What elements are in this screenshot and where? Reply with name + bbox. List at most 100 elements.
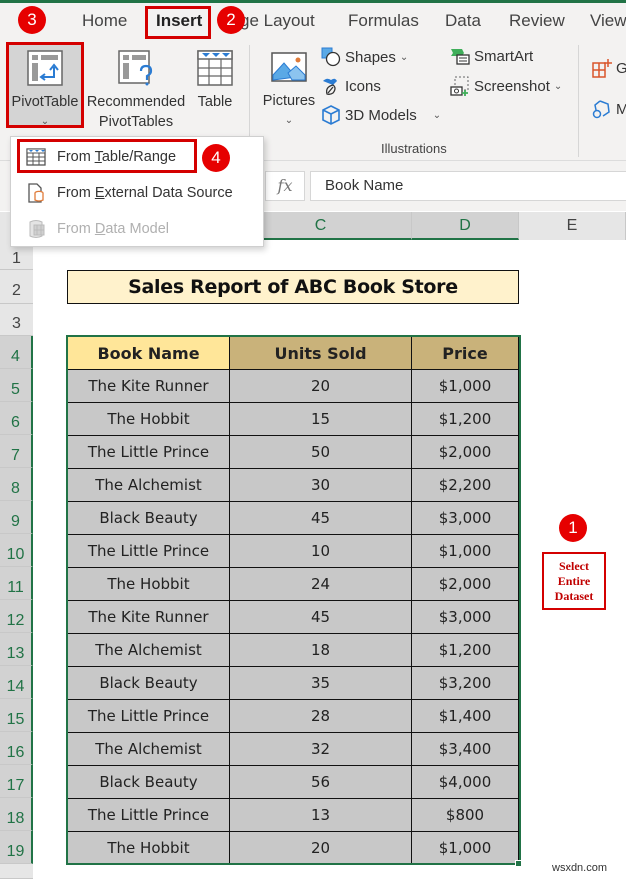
recommended-label-line2: PivotTables xyxy=(98,114,174,130)
units-sold-cell[interactable]: 24 xyxy=(229,567,412,601)
price-cell[interactable]: $1,400 xyxy=(411,699,519,733)
recommended-label-line1: Recommended xyxy=(86,94,186,110)
price-cell[interactable]: $1,200 xyxy=(411,633,519,667)
icons-button[interactable]: Icons xyxy=(321,76,381,96)
price-cell[interactable]: $1,000 xyxy=(411,369,519,403)
insert-function-button[interactable]: fx xyxy=(265,171,305,201)
tab-data[interactable]: Data xyxy=(445,11,481,31)
book-name-cell[interactable]: The Kite Runner xyxy=(67,369,230,403)
step-badge-2: 2 xyxy=(217,6,245,34)
book-name-cell[interactable]: The Hobbit xyxy=(67,402,230,436)
row-header-11[interactable]: 11 xyxy=(0,567,33,600)
tab-view[interactable]: View xyxy=(590,11,626,31)
tab-insert[interactable]: Insert xyxy=(156,11,202,31)
pictures-button[interactable]: Pictures ⌄ xyxy=(260,49,318,129)
book-name-cell[interactable]: The Little Prince xyxy=(67,798,230,832)
book-name-cell[interactable]: The Kite Runner xyxy=(67,600,230,634)
price-cell[interactable]: $3,000 xyxy=(411,600,519,634)
units-sold-cell[interactable]: 56 xyxy=(229,765,412,799)
book-name-cell[interactable]: The Hobbit xyxy=(67,567,230,601)
header-price[interactable]: Price xyxy=(411,336,519,370)
get-addins-button[interactable]: G xyxy=(592,58,626,78)
book-name-cell[interactable]: The Little Prince xyxy=(67,534,230,568)
book-name-cell[interactable]: Black Beauty xyxy=(67,765,230,799)
units-sold-cell[interactable]: 50 xyxy=(229,435,412,469)
smartart-button[interactable]: SmartArt xyxy=(450,47,533,65)
header-units-sold[interactable]: Units Sold xyxy=(229,336,412,370)
report-title[interactable]: Sales Report of ABC Book Store xyxy=(67,270,519,304)
row-header-12[interactable]: 12 xyxy=(0,600,33,633)
tab-formulas[interactable]: Formulas xyxy=(348,11,419,31)
row-header-6[interactable]: 6 xyxy=(0,402,33,435)
book-name-cell[interactable]: The Alchemist xyxy=(67,468,230,502)
units-sold-cell[interactable]: 15 xyxy=(229,402,412,436)
pivottable-button[interactable]: PivotTable ⌄ xyxy=(8,43,82,127)
row-header-5[interactable]: 5 xyxy=(0,369,33,402)
shapes-button[interactable]: Shapes ⌄ xyxy=(321,47,408,67)
row-header-9[interactable]: 9 xyxy=(0,501,33,534)
price-cell[interactable]: $4,000 xyxy=(411,765,519,799)
recommended-pivottables-button[interactable]: Recommended PivotTables xyxy=(84,43,188,133)
book-name-cell[interactable]: The Little Prince xyxy=(67,435,230,469)
units-sold-cell[interactable]: 45 xyxy=(229,501,412,535)
book-name-cell[interactable]: The Little Prince xyxy=(67,699,230,733)
row-header-14[interactable]: 14 xyxy=(0,666,33,699)
units-sold-cell[interactable]: 28 xyxy=(229,699,412,733)
units-sold-cell[interactable]: 18 xyxy=(229,633,412,667)
row-header-19[interactable]: 19 xyxy=(0,831,33,864)
formula-input[interactable]: Book Name xyxy=(310,171,626,201)
book-name-cell[interactable]: The Alchemist xyxy=(67,633,230,667)
price-cell[interactable]: $1,000 xyxy=(411,534,519,568)
units-sold-cell[interactable]: 20 xyxy=(229,831,412,865)
book-name-cell[interactable]: The Alchemist xyxy=(67,732,230,766)
row-header-8[interactable]: 8 xyxy=(0,468,33,501)
price-cell[interactable]: $3,400 xyxy=(411,732,519,766)
units-sold-cell[interactable]: 45 xyxy=(229,600,412,634)
book-name-cell[interactable]: The Hobbit xyxy=(67,831,230,865)
price-cell[interactable]: $1,000 xyxy=(411,831,519,865)
row-header-7[interactable]: 7 xyxy=(0,435,33,468)
row-header-13[interactable]: 13 xyxy=(0,633,33,666)
price-cell[interactable]: $2,000 xyxy=(411,435,519,469)
price-cell[interactable]: $800 xyxy=(411,798,519,832)
tab-page-layout[interactable]: ge Layout xyxy=(240,11,315,31)
row-header-18[interactable]: 18 xyxy=(0,798,33,831)
3d-models-button[interactable]: 3D Models ⌄ xyxy=(321,105,441,125)
row-header-10[interactable]: 10 xyxy=(0,534,33,567)
fill-handle[interactable] xyxy=(515,860,522,867)
price-cell[interactable]: $1,200 xyxy=(411,402,519,436)
table-row: The Little Prince 13 $800 xyxy=(67,798,519,832)
header-book-name[interactable]: Book Name xyxy=(67,336,230,370)
price-cell[interactable]: $2,200 xyxy=(411,468,519,502)
my-addins-button[interactable]: M xyxy=(592,99,626,119)
units-sold-cell[interactable]: 35 xyxy=(229,666,412,700)
price-cell[interactable]: $3,000 xyxy=(411,501,519,535)
price-cell[interactable]: $3,200 xyxy=(411,666,519,700)
row-header-16[interactable]: 16 xyxy=(0,732,33,765)
units-sold-cell[interactable]: 13 xyxy=(229,798,412,832)
icons-icon xyxy=(321,76,341,96)
book-name-cell[interactable]: Black Beauty xyxy=(67,666,230,700)
data-model-icon xyxy=(25,219,47,239)
note-line: Entire xyxy=(557,574,591,588)
row-header-4[interactable]: 4 xyxy=(0,336,33,369)
tab-review[interactable]: Review xyxy=(509,11,565,31)
menu-item-from-external-data-source[interactable]: From External Data Source xyxy=(11,176,263,210)
row-header-17[interactable]: 17 xyxy=(0,765,33,798)
units-sold-cell[interactable]: 32 xyxy=(229,732,412,766)
chevron-down-icon: ⌄ xyxy=(432,109,442,121)
column-header-d[interactable]: D xyxy=(412,212,519,240)
row-header-15[interactable]: 15 xyxy=(0,699,33,732)
book-name-cell[interactable]: Black Beauty xyxy=(67,501,230,535)
price-cell[interactable]: $2,000 xyxy=(411,567,519,601)
table-button[interactable]: Table xyxy=(192,43,238,123)
column-header-e[interactable]: E xyxy=(519,212,626,240)
row-header-2[interactable]: 2 xyxy=(0,270,33,304)
units-sold-cell[interactable]: 10 xyxy=(229,534,412,568)
screenshot-button[interactable]: Screenshot ⌄ xyxy=(450,76,562,96)
table-row: The Hobbit 15 $1,200 xyxy=(67,402,519,436)
tab-home[interactable]: Home xyxy=(82,11,127,31)
units-sold-cell[interactable]: 30 xyxy=(229,468,412,502)
row-header-3[interactable]: 3 xyxy=(0,304,33,336)
units-sold-cell[interactable]: 20 xyxy=(229,369,412,403)
